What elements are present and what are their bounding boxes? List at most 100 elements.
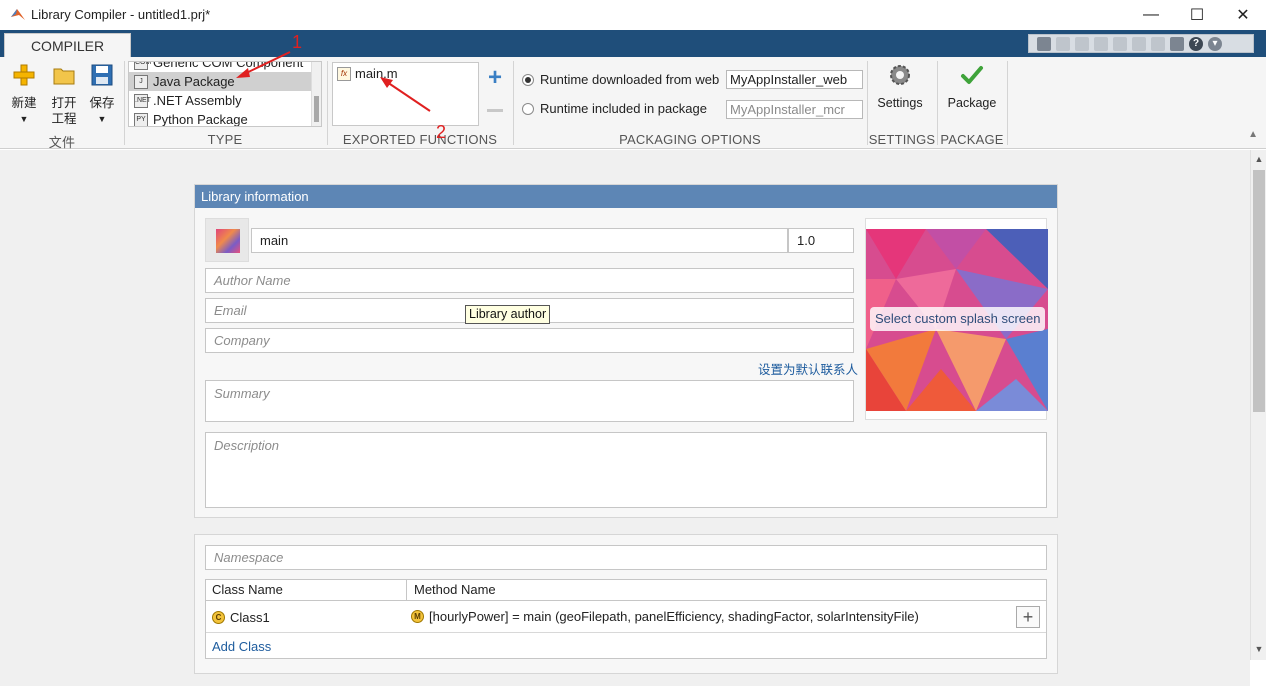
save-icon[interactable] [1037,36,1051,51]
project-label: 工程 [51,112,77,126]
settings-section-label: SETTINGS [868,132,936,147]
save-icon [91,64,113,86]
version-field[interactable]: 1.0 [788,228,854,253]
collapse-ribbon-icon[interactable]: ▲ [1248,129,1258,140]
cut-icon[interactable] [1056,36,1070,51]
tab-compiler[interactable]: COMPILER [4,33,131,58]
scroll-down-icon[interactable]: ▼ [1251,644,1266,658]
type-item-java[interactable]: J Java Package [129,72,321,91]
annotation-label-1: 1 [292,32,303,52]
type-item-label: Generic COM Component [153,61,304,70]
annotation-label-2: 2 [436,122,447,142]
add-class-link[interactable]: Add Class [212,639,271,654]
add-function-button[interactable]: + [485,66,505,90]
library-info-panel: Library information main 1.0 Author Name… [194,184,1058,518]
type-item-label: Java Package [153,74,235,89]
plus-new-icon [13,64,35,86]
class-name-header: Class Name [212,582,283,597]
layout-icon[interactable] [1170,36,1184,51]
com-icon: COM [134,62,151,70]
plus-icon: + [487,64,502,91]
chevron-down-icon: ▼ [97,114,107,124]
type-item-label: .NET Assembly [153,93,242,108]
paste-icon[interactable] [1094,36,1108,51]
splash-screen-area[interactable]: Select custom splash screen [865,218,1048,420]
class-table-header: Class Name Method Name [206,580,1046,601]
folder-icon [53,68,75,85]
runtime-included-option[interactable]: Runtime included in package [522,101,707,116]
class-name-cell[interactable]: C Class1 [212,610,270,625]
runtime-included-label: Runtime included in package [540,101,707,116]
company-field[interactable]: Company [205,328,854,353]
select-splash-screen-button[interactable]: Select custom splash screen [870,307,1046,331]
radio-unselected-icon[interactable] [522,102,534,115]
function-file-item[interactable]: fx main.m [337,66,398,81]
type-item-com[interactable]: COM Generic COM Component [129,61,321,72]
method-name-header: Method Name [414,582,496,597]
class-definition-panel: Namespace Class Name Method Name C Class… [194,534,1058,674]
new-button[interactable]: 新建 ▼ [8,63,40,127]
exported-functions-label: EXPORTED FUNCTIONS [342,132,498,147]
runtime-included-input[interactable]: MyAppInstaller_mcr [726,100,863,119]
namespace-field[interactable]: Namespace [205,545,1047,570]
method-signature: [hourlyPower] = main (geoFilepath, panel… [429,609,919,624]
class-name-label: Class1 [230,610,270,625]
package-section-label: PACKAGE [940,132,1004,147]
author-name-field[interactable]: Author Name [205,268,854,293]
maximize-icon: ☐ [1189,7,1205,24]
method-cell[interactable]: M [hourlyPower] = main (geoFilepath, pan… [411,609,919,624]
summary-field[interactable]: Summary [205,380,854,422]
copy-icon[interactable] [1075,36,1089,51]
save-label: 保存 [89,96,115,110]
runtime-web-option[interactable]: Runtime downloaded from web [522,72,719,87]
class-icon: C [212,611,225,624]
runtime-web-input[interactable]: MyAppInstaller_web [726,70,863,89]
open-project-button[interactable]: 打开 工程 [47,63,81,127]
set-default-contact-link[interactable]: 设置为默认联系人 [758,359,858,378]
type-item-dotnet[interactable]: .NET .NET Assembly [129,91,321,110]
package-button[interactable]: Package [942,63,1002,111]
method-icon: M [411,610,424,623]
open-label: 打开 [51,96,77,110]
type-item-python[interactable]: PY Python Package [129,110,321,126]
gear-icon [890,65,910,85]
chevron-down-icon[interactable]: ▾ [1208,36,1222,51]
help-icon[interactable]: ? [1189,36,1203,51]
chevron-down-icon: ▼ [19,114,29,124]
checkmark-icon [961,66,983,84]
redo-icon[interactable] [1132,36,1146,51]
scroll-thumb[interactable] [1253,170,1265,412]
library-info-header: Library information [195,185,1057,208]
library-name-field[interactable]: main [251,228,788,253]
type-section-label: TYPE [207,132,243,147]
file-section-label: 文件 [48,135,76,150]
fx-file-icon: fx [337,66,351,81]
maximize-button[interactable]: ☐ [1174,0,1220,30]
library-icon[interactable] [205,218,249,262]
package-label: Package [947,96,997,110]
type-list-scrollbar[interactable] [311,62,321,126]
close-button[interactable]: ✕ [1220,0,1266,30]
add-method-button[interactable]: + [1016,606,1040,628]
packaging-options-label: PACKAGING OPTIONS [619,132,761,147]
window-title: Library Compiler - untitled1.prj* [31,7,211,22]
settings-button[interactable]: Settings [872,63,928,111]
close-icon: ✕ [1236,7,1250,24]
switch-windows-icon[interactable] [1151,36,1165,51]
remove-function-button[interactable] [487,109,503,112]
scroll-up-icon[interactable]: ▲ [1251,154,1266,168]
radio-selected-icon[interactable] [522,73,534,86]
save-button[interactable]: 保存 ▼ [86,63,118,127]
description-field[interactable]: Description [205,432,1047,508]
scroll-thumb[interactable] [314,96,319,122]
new-label: 新建 [11,96,37,110]
table-row: C Class1 M [hourlyPower] = main (geoFile… [206,601,1046,633]
workspace-scrollbar[interactable]: ▲ ▼ [1250,150,1266,660]
column-divider [406,580,407,601]
exported-functions-list[interactable]: fx main.m [332,62,479,126]
minimize-button[interactable]: — [1128,0,1174,30]
runtime-web-label: Runtime downloaded from web [540,72,720,87]
minimize-icon: — [1143,6,1159,23]
type-list[interactable]: COM Generic COM Component J Java Package… [128,61,322,127]
undo-icon[interactable] [1113,36,1127,51]
